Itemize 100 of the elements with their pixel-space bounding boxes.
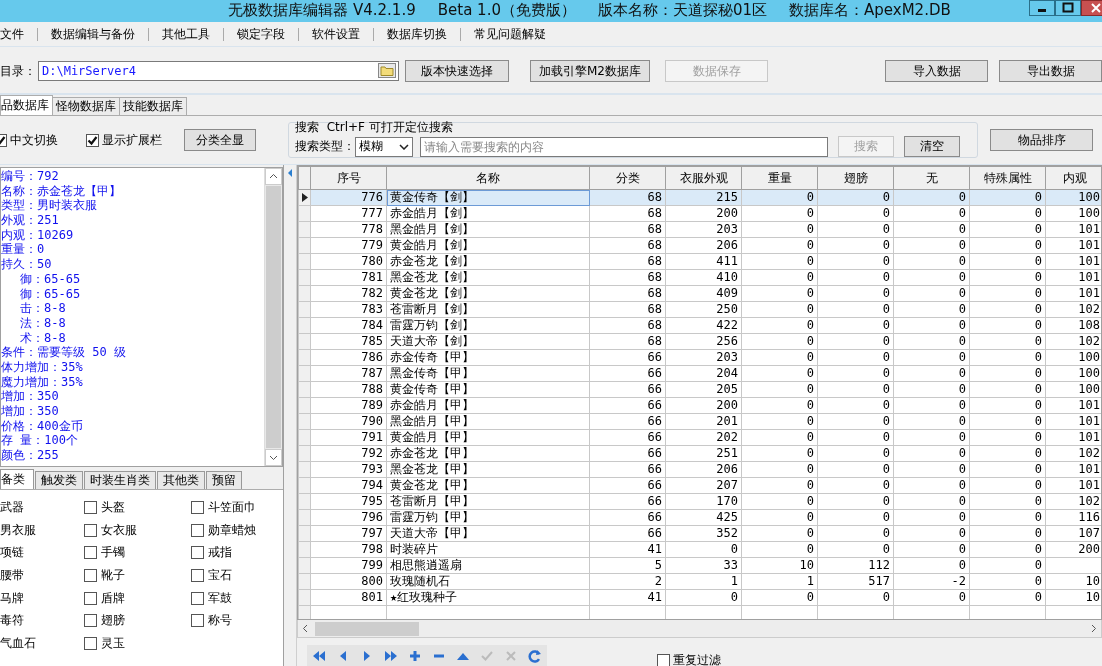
- column-header[interactable]: 分类: [589, 166, 666, 190]
- menu-item[interactable]: 其他工具: [149, 27, 224, 41]
- checkbox-label[interactable]: 腰带: [0, 566, 84, 584]
- checkbox-box[interactable]: [84, 636, 97, 650]
- checkbox-label[interactable]: 宝石: [208, 566, 232, 584]
- info-text: 体力增加：35%: [1, 359, 84, 375]
- checkbox-box[interactable]: [191, 546, 204, 560]
- collapse-arrow-icon[interactable]: [287, 169, 293, 177]
- close-icon[interactable]: [1081, 0, 1102, 16]
- column-header[interactable]: 名称: [386, 166, 590, 190]
- info-text: 类型：男时装衣服: [1, 198, 98, 214]
- scroll-thumb[interactable]: [266, 186, 281, 448]
- checkbox-label[interactable]: 靴子: [101, 566, 125, 584]
- table-cell: 苍雷断月【剑】: [386, 301, 590, 318]
- checkbox-label[interactable]: 称号: [208, 612, 232, 630]
- menu-item[interactable]: 锁定字段: [224, 27, 299, 41]
- folder-icon[interactable]: [378, 63, 396, 78]
- checkbox-label[interactable]: 重复过滤: [673, 652, 721, 666]
- table-cell: 0: [893, 461, 970, 478]
- checkbox-box[interactable]: [191, 500, 204, 514]
- checkbox-label[interactable]: 气血石: [0, 634, 84, 652]
- tab[interactable]: 备类: [0, 469, 34, 489]
- table-cell: 黄金苍龙【剑】: [386, 285, 590, 302]
- tab[interactable]: 怪物数据库: [52, 97, 120, 115]
- first-icon[interactable]: [311, 648, 327, 663]
- checkbox-label[interactable]: 中文切换: [10, 131, 58, 149]
- caret-icon[interactable]: [399, 143, 409, 150]
- checkbox-label[interactable]: 手镯: [101, 544, 125, 562]
- checkbox-label[interactable]: 灵玉: [101, 634, 125, 652]
- add-icon[interactable]: [407, 648, 423, 663]
- menu-item[interactable]: 数据编辑与备份: [38, 27, 149, 41]
- checkbox-label[interactable]: 戒指: [208, 544, 232, 562]
- tab[interactable]: 触发类: [35, 471, 83, 489]
- button[interactable]: 分类全显: [184, 129, 256, 151]
- menu-item[interactable]: 数据库切换: [374, 27, 461, 41]
- current-row-icon[interactable]: [301, 193, 308, 202]
- info-text: 编号：792: [1, 169, 60, 184]
- scrollbar[interactable]: [264, 168, 282, 466]
- column-header[interactable]: 内观: [1045, 166, 1101, 190]
- button[interactable]: 导出数据: [999, 60, 1102, 82]
- tab[interactable]: 品数据库: [0, 95, 53, 115]
- checkbox-label[interactable]: 军鼓: [208, 589, 232, 607]
- tab[interactable]: 技能数据库: [119, 97, 187, 115]
- checkbox-box[interactable]: [191, 591, 204, 605]
- checkbox-label[interactable]: 斗笠面巾: [208, 498, 256, 516]
- checkbox-label[interactable]: 女衣服: [101, 521, 137, 539]
- scroll-thumb[interactable]: [315, 621, 419, 636]
- table-cell: 黄金皓月【甲】: [386, 429, 590, 446]
- search-field[interactable]: 请输入需要搜索的内容: [420, 136, 828, 157]
- table-cell: 0: [741, 365, 818, 382]
- checkbox-label[interactable]: 武器: [0, 498, 84, 516]
- menu-item[interactable]: 软件设置: [299, 27, 374, 41]
- checkbox-box[interactable]: [191, 568, 204, 582]
- column-header[interactable]: 序号: [310, 166, 387, 190]
- refresh-icon[interactable]: [527, 648, 543, 663]
- checkbox-box[interactable]: [86, 133, 99, 147]
- checkbox-label[interactable]: 勋章蜡烛: [208, 521, 256, 539]
- table-cell: 0: [893, 269, 970, 286]
- column-header[interactable]: 翅膀: [817, 166, 894, 190]
- checkbox-box[interactable]: [84, 523, 97, 537]
- last-icon[interactable]: [383, 648, 399, 663]
- column-header[interactable]: 衣服外观: [665, 166, 742, 190]
- column-header[interactable]: 特殊属性: [969, 166, 1046, 190]
- info-text: 持久：50: [1, 257, 53, 272]
- checkbox-label[interactable]: 显示扩展栏: [102, 131, 162, 149]
- button[interactable]: 清空: [904, 136, 960, 157]
- minimize-icon[interactable]: [1029, 0, 1055, 16]
- menu-item[interactable]: 常见问题解疑: [461, 27, 559, 41]
- tab[interactable]: 时装生肖类: [84, 471, 156, 489]
- checkbox-label[interactable]: 男衣服: [0, 521, 84, 539]
- checkbox-box[interactable]: [657, 654, 670, 666]
- checkbox-box[interactable]: [191, 614, 204, 628]
- checkbox-box[interactable]: [84, 591, 97, 605]
- column-header[interactable]: 无: [893, 166, 970, 190]
- search-type-dropdown[interactable]: 模糊: [355, 136, 413, 157]
- tab[interactable]: 其他类: [157, 471, 205, 489]
- tab[interactable]: 预留: [206, 471, 242, 489]
- table-cell: 0: [969, 221, 1046, 238]
- button[interactable]: 版本快速选择: [405, 60, 509, 82]
- table-cell: 0: [969, 461, 1046, 478]
- checkbox-box[interactable]: [84, 614, 97, 628]
- checkbox-label[interactable]: 项链: [0, 544, 84, 562]
- checkbox-label[interactable]: 翅膀: [101, 612, 125, 630]
- button[interactable]: 导入数据: [885, 60, 988, 82]
- maximize-icon[interactable]: [1055, 0, 1081, 16]
- checkbox-label[interactable]: 盾牌: [101, 589, 125, 607]
- column-header[interactable]: 重量: [741, 166, 818, 190]
- button[interactable]: 加载引擎M2数据库: [530, 60, 650, 82]
- checkbox-label[interactable]: 头盔: [101, 498, 125, 516]
- table-cell: 0: [969, 301, 1046, 318]
- menu-item[interactable]: 文件: [0, 27, 38, 41]
- button[interactable]: 物品排序: [990, 129, 1093, 151]
- checkbox-label[interactable]: 毒符: [0, 612, 84, 630]
- checkbox-box[interactable]: [191, 523, 204, 537]
- checkbox-box[interactable]: [84, 568, 97, 582]
- scrollbar[interactable]: [297, 620, 1102, 638]
- directory-field[interactable]: D:\MirServer4: [38, 61, 399, 81]
- checkbox-label[interactable]: 马牌: [0, 589, 84, 607]
- checkbox-box[interactable]: [84, 500, 97, 514]
- checkbox-box[interactable]: [84, 546, 97, 560]
